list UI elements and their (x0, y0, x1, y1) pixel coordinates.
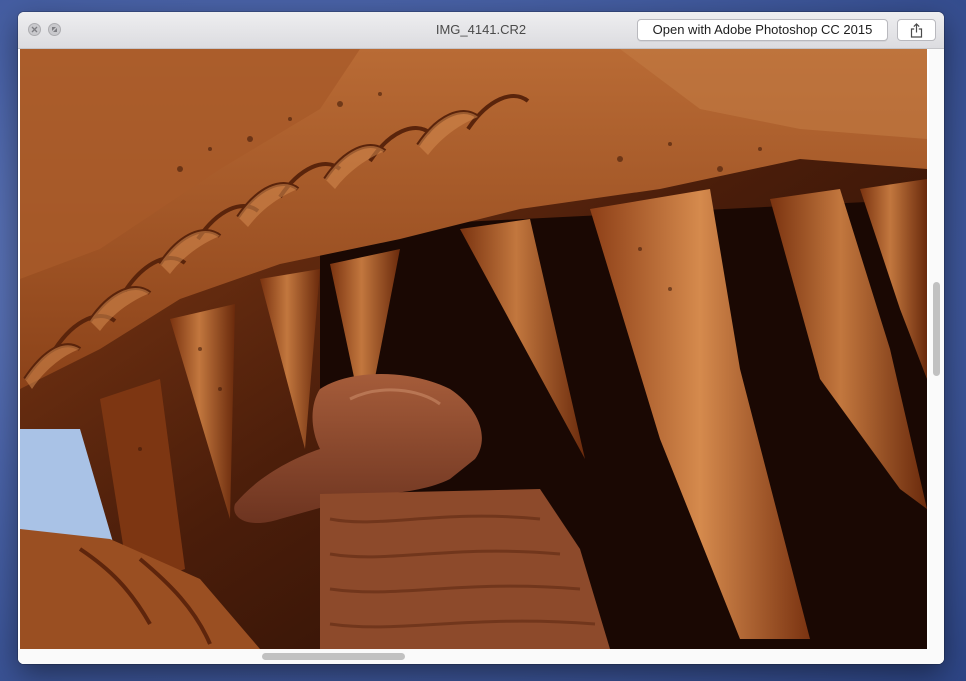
title-bar[interactable]: IMG_4141.CR2 Open with Adobe Photoshop C… (18, 12, 944, 49)
horizontal-scrollbar[interactable] (18, 649, 944, 664)
share-icon (910, 23, 923, 38)
photo-image (20, 49, 927, 649)
quicklook-window: IMG_4141.CR2 Open with Adobe Photoshop C… (18, 12, 944, 664)
horizontal-scroll-thumb[interactable] (262, 653, 405, 660)
close-icon (31, 26, 38, 33)
preview-area (18, 49, 944, 664)
open-with-photoshop-button[interactable]: Open with Adobe Photoshop CC 2015 (637, 19, 888, 41)
fullscreen-icon (52, 27, 57, 32)
vertical-scrollbar[interactable] (929, 49, 944, 649)
vertical-scroll-thumb[interactable] (933, 282, 940, 376)
close-button[interactable] (28, 23, 41, 36)
share-button[interactable] (897, 19, 936, 41)
fullscreen-button[interactable] (48, 23, 61, 36)
